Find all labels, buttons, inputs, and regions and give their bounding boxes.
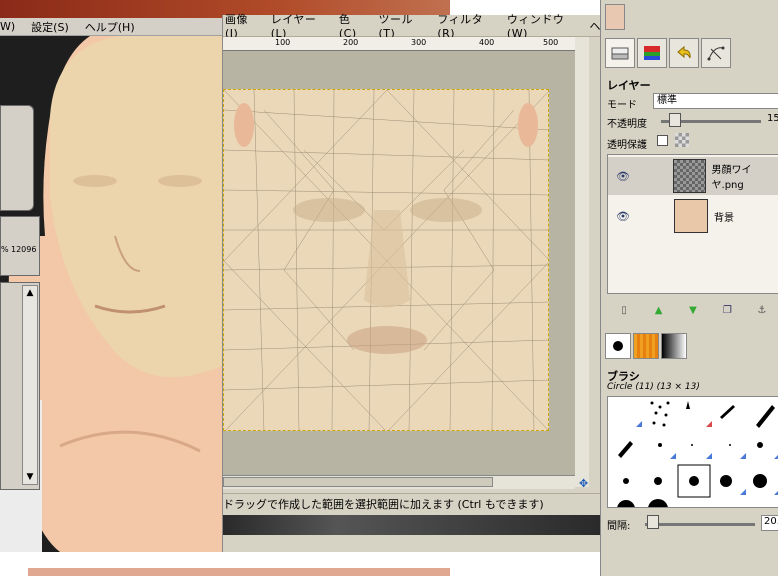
brush-info: Circle (11) (13 × 13) — [607, 382, 700, 392]
taskbar-fragment — [28, 568, 450, 576]
tab-undo[interactable] — [669, 38, 699, 68]
spacing-slider-handle[interactable] — [647, 515, 659, 529]
scrollbar-thumb[interactable] — [223, 477, 493, 487]
vertical-scrollbar[interactable] — [575, 37, 589, 487]
layer-row[interactable]: 👁 背景 — [608, 197, 778, 235]
raise-layer-icon[interactable]: ▲ — [652, 304, 666, 318]
layers-dock: レイヤー モード 標準 不透明度 15 透明保護 👁 男顔ワイヤ.png 👁 背… — [600, 0, 778, 576]
lock-alpha-label: 透明保護 — [607, 140, 647, 151]
menu-tools[interactable]: ツール(T) — [378, 11, 423, 40]
opacity-value[interactable]: 15 — [767, 113, 778, 124]
paths-icon — [707, 46, 725, 61]
layer-name[interactable]: 背景 — [714, 209, 734, 224]
tab-channels[interactable] — [637, 38, 667, 68]
scroll-down-icon[interactable]: ▼ — [24, 471, 36, 483]
lock-alpha-checkbox[interactable] — [657, 135, 668, 146]
layers-icon — [611, 47, 629, 60]
duplicate-layer-icon[interactable]: ❐ — [720, 304, 734, 318]
status-text: ドラッグで作成した範囲を選択範囲に加えます (Ctrl もできます) — [223, 498, 544, 511]
mode-select[interactable]: 標準 — [653, 93, 778, 109]
horizontal-ruler: 100 200 300 400 500 — [223, 37, 575, 51]
spacing-label: 間隔: — [607, 521, 631, 532]
wireframe-overlay — [224, 90, 548, 430]
ruler-tick: 200 — [343, 38, 359, 47]
layer-thumbnail — [673, 159, 706, 193]
layer-thumbnail — [674, 199, 708, 233]
opacity-slider-handle[interactable] — [669, 113, 681, 127]
viewer-menubar: W) 設定(S) ヘルプ(H) — [0, 18, 222, 36]
visibility-eye-icon[interactable]: 👁 — [616, 210, 636, 223]
lower-layer-icon[interactable]: ▼ — [686, 304, 700, 318]
gimp-image-window: 画像(I) レイヤー(L) 色(C) ツール(T) フィルタ(R) ウィンドウ(… — [222, 13, 601, 552]
dock-tabs — [605, 38, 775, 68]
tool-panel-purple — [0, 105, 34, 211]
undo-icon — [677, 45, 691, 59]
layer-name[interactable]: 男顔ワイヤ.png — [712, 161, 778, 191]
navigate-icon[interactable]: ✥ — [579, 477, 588, 490]
brush-tabs — [605, 333, 725, 361]
tab-layers[interactable] — [605, 38, 635, 68]
layers-title: レイヤー — [607, 79, 651, 92]
tool-panel-blue: % 12096 — [0, 216, 40, 276]
brush-previews — [617, 401, 778, 507]
tab-paths[interactable] — [701, 38, 731, 68]
menu-item[interactable]: W) — [0, 20, 15, 33]
channels-icon — [644, 46, 660, 60]
layer-buttons: ▯ ▲ ▼ ❐ ⚓ — [607, 300, 778, 322]
layers-list: 👁 男顔ワイヤ.png 👁 背景 — [607, 154, 778, 294]
status-bar: ドラッグで作成した範囲を選択範囲に加えます (Ctrl もできます) — [223, 493, 601, 515]
layer-row[interactable]: 👁 男顔ワイヤ.png — [608, 157, 778, 195]
dock-image-preview — [605, 4, 625, 30]
spacing-value[interactable]: 20.0 — [761, 515, 778, 531]
value-right: 12096 — [11, 245, 37, 254]
new-layer-icon[interactable]: ▯ — [617, 304, 631, 318]
ruler-tick: 100 — [275, 38, 291, 47]
tab-brushes[interactable] — [605, 333, 631, 359]
mode-label: モード — [607, 100, 637, 111]
scroll-up-icon[interactable]: ▲ — [24, 287, 36, 299]
menu-layer[interactable]: レイヤー(L) — [271, 11, 325, 40]
ruler-tick: 300 — [411, 38, 427, 47]
ruler-tick: 500 — [543, 38, 559, 47]
menu-item-settings[interactable]: 設定(S) — [31, 19, 69, 35]
tab-gradients[interactable] — [661, 333, 687, 359]
brush-icon — [613, 341, 623, 351]
visibility-eye-icon[interactable]: 👁 — [616, 170, 635, 183]
menu-image[interactable]: 画像(I) — [225, 11, 257, 40]
ruler-tick: 400 — [479, 38, 495, 47]
opacity-label: 不透明度 — [607, 119, 647, 130]
menu-item-help[interactable]: ヘルプ(H) — [85, 19, 135, 35]
tab-patterns[interactable] — [633, 333, 659, 359]
anchor-layer-icon[interactable]: ⚓ — [755, 304, 769, 318]
spacing-slider-track[interactable] — [645, 523, 755, 526]
uv-texture-image[interactable] — [223, 89, 549, 431]
list-scrollbar[interactable]: ▲ ▼ — [22, 285, 38, 485]
background-strip — [223, 515, 601, 535]
menu-filters[interactable]: フィルタ(R) — [437, 11, 493, 40]
brush-grid[interactable] — [607, 396, 778, 508]
menu-color[interactable]: 色(C) — [339, 11, 365, 40]
checkerboard-icon — [675, 133, 689, 147]
menu-windows[interactable]: ウィンドウ(W) — [507, 11, 576, 40]
gimp-menubar: 画像(I) レイヤー(L) 色(C) ツール(T) フィルタ(R) ウィンドウ(… — [223, 13, 601, 40]
value-left: % — [1, 245, 9, 254]
